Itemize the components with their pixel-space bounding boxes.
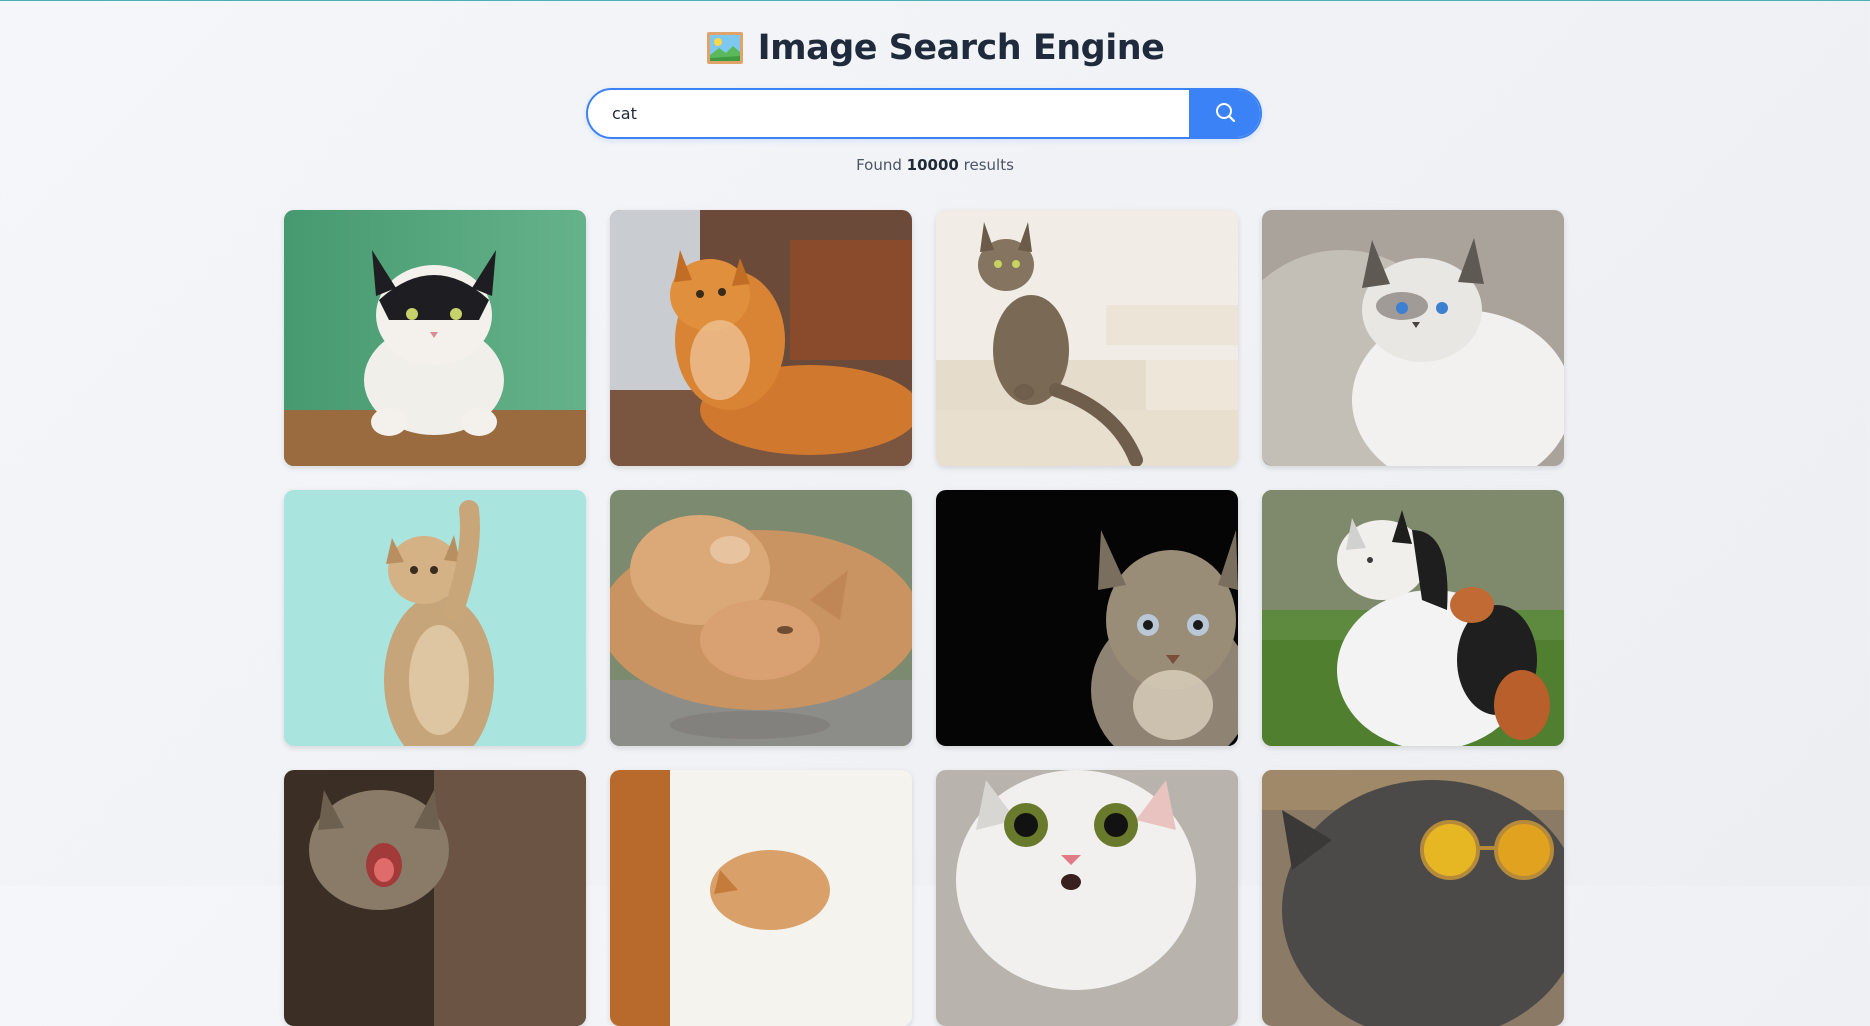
framed-picture-icon	[706, 31, 744, 65]
search-icon	[1214, 101, 1236, 126]
image-card[interactable]	[936, 210, 1238, 466]
search-bar	[586, 88, 1262, 139]
image-grid	[284, 210, 1564, 1026]
cat-image	[1262, 770, 1564, 1026]
cat-image	[1262, 210, 1564, 466]
cat-image	[936, 770, 1238, 1026]
search-input[interactable]	[588, 90, 1189, 137]
image-card[interactable]	[284, 490, 586, 746]
image-card[interactable]	[1262, 490, 1564, 746]
page-header: Image Search Engine	[0, 25, 1870, 71]
results-summary: Found 10000 results	[0, 156, 1870, 174]
image-card[interactable]	[610, 770, 912, 1026]
search-button[interactable]	[1189, 90, 1260, 137]
image-card[interactable]	[936, 490, 1238, 746]
image-card[interactable]	[284, 770, 586, 1026]
cat-image	[936, 490, 1238, 746]
image-card[interactable]	[1262, 210, 1564, 466]
image-card[interactable]	[284, 210, 586, 466]
results-prefix: Found	[856, 156, 902, 174]
cat-image	[284, 770, 586, 1026]
cat-image	[936, 210, 1238, 466]
cat-image	[610, 210, 912, 466]
image-card[interactable]	[610, 210, 912, 466]
results-suffix: results	[963, 156, 1014, 174]
image-card[interactable]	[1262, 770, 1564, 1026]
page-title: Image Search Engine	[757, 28, 1165, 68]
cat-image	[284, 490, 586, 746]
cat-image	[610, 770, 912, 1026]
image-card[interactable]	[610, 490, 912, 746]
cat-image	[610, 490, 912, 746]
cat-image	[284, 210, 586, 466]
cat-image	[1262, 490, 1564, 746]
image-card[interactable]	[936, 770, 1238, 1026]
results-count: 10000	[906, 156, 959, 174]
